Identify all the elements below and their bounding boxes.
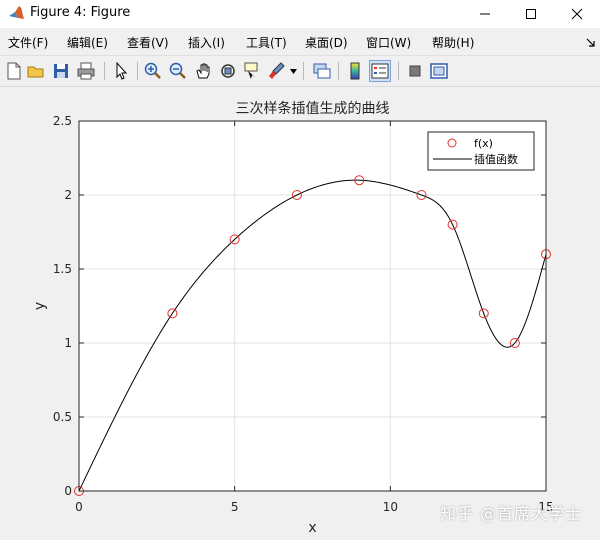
minimize-button[interactable]	[462, 0, 508, 28]
menu-window[interactable]: 窗口(W)	[366, 34, 411, 51]
brush-icon[interactable]	[267, 61, 287, 81]
x-tick-label: 10	[383, 500, 398, 514]
zoom-in-icon[interactable]	[143, 61, 163, 81]
toolbar-separator	[398, 62, 399, 80]
minimize-icon	[480, 13, 490, 15]
legend-label-interp: 插值函数	[474, 152, 518, 166]
toolbar-separator	[303, 62, 304, 80]
x-tick-label: 5	[231, 500, 239, 514]
toolbar-separator	[338, 62, 339, 80]
print-icon[interactable]	[76, 61, 96, 81]
menu-tools[interactable]: 工具(T)	[246, 34, 287, 51]
y-axis-label: y	[32, 302, 48, 310]
window-title: Figure 4: Figure	[30, 5, 131, 20]
figure-canvas: 0 5 10 15 0 0.5 1 1.5 2 2.5 三次样条插值生成的曲线 x y f(x)…	[0, 87, 600, 536]
close-icon	[571, 8, 583, 20]
link-plot-icon[interactable]	[312, 61, 332, 81]
chart-title: 三次样条插值生成的曲线	[236, 100, 390, 117]
menu-bar: 文件(F) 编辑(E) 查看(V) 插入(I) 工具(T) 桌面(D) 窗口(W…	[0, 28, 600, 56]
y-tick-label: 1	[64, 336, 72, 350]
y-tick-label: 0	[64, 484, 72, 498]
y-tick-label: 2	[64, 188, 72, 202]
close-button[interactable]	[554, 0, 600, 28]
chart-svg[interactable]: 0 5 10 15 00.511.522.5 三次样条插值生成的曲线 x y f(x)…	[0, 87, 600, 536]
y-tick-label: 2.5	[53, 114, 72, 128]
legend[interactable]: f(x) 插值函数	[427, 131, 535, 171]
x-axis-label: x	[308, 520, 316, 536]
show-plot-tools-icon[interactable]	[429, 61, 449, 81]
pan-icon[interactable]	[193, 61, 213, 81]
menu-view[interactable]: 查看(V)	[127, 34, 169, 51]
pointer-icon[interactable]	[111, 61, 131, 81]
data-cursor-icon[interactable]	[242, 61, 262, 81]
dock-arrow-icon[interactable]	[586, 37, 596, 47]
figure-toolbar	[0, 56, 600, 87]
matlab-logo-icon	[9, 6, 24, 19]
hide-plot-tools-icon[interactable]	[405, 61, 425, 81]
new-figure-icon[interactable]	[4, 61, 24, 81]
save-icon[interactable]	[51, 61, 71, 81]
legend-icon[interactable]	[369, 60, 391, 82]
toolbar-separator	[104, 62, 105, 80]
x-tick-label: 0	[75, 500, 83, 514]
y-tick-label: 1.5	[53, 262, 72, 276]
maximize-button[interactable]	[508, 0, 554, 28]
brush-dropdown-icon[interactable]	[290, 69, 297, 75]
axes-background	[79, 121, 546, 491]
colorbar-icon[interactable]	[345, 61, 365, 81]
toolbar-separator	[137, 62, 138, 80]
menu-file[interactable]: 文件(F)	[8, 34, 48, 51]
legend-label-fx: f(x)	[474, 137, 493, 150]
rotate-3d-icon[interactable]	[218, 61, 238, 81]
menu-edit[interactable]: 编辑(E)	[67, 34, 108, 51]
watermark-text: 知乎 @首席大学士	[440, 504, 583, 523]
zoom-out-icon[interactable]	[168, 61, 188, 81]
menu-desktop[interactable]: 桌面(D)	[305, 34, 348, 51]
window-titlebar: Figure 4: Figure	[0, 0, 600, 28]
maximize-icon	[526, 9, 536, 19]
menu-insert[interactable]: 插入(I)	[188, 34, 225, 51]
menu-help[interactable]: 帮助(H)	[432, 34, 474, 51]
open-file-icon[interactable]	[26, 61, 46, 81]
y-tick-label: 0.5	[53, 410, 72, 424]
